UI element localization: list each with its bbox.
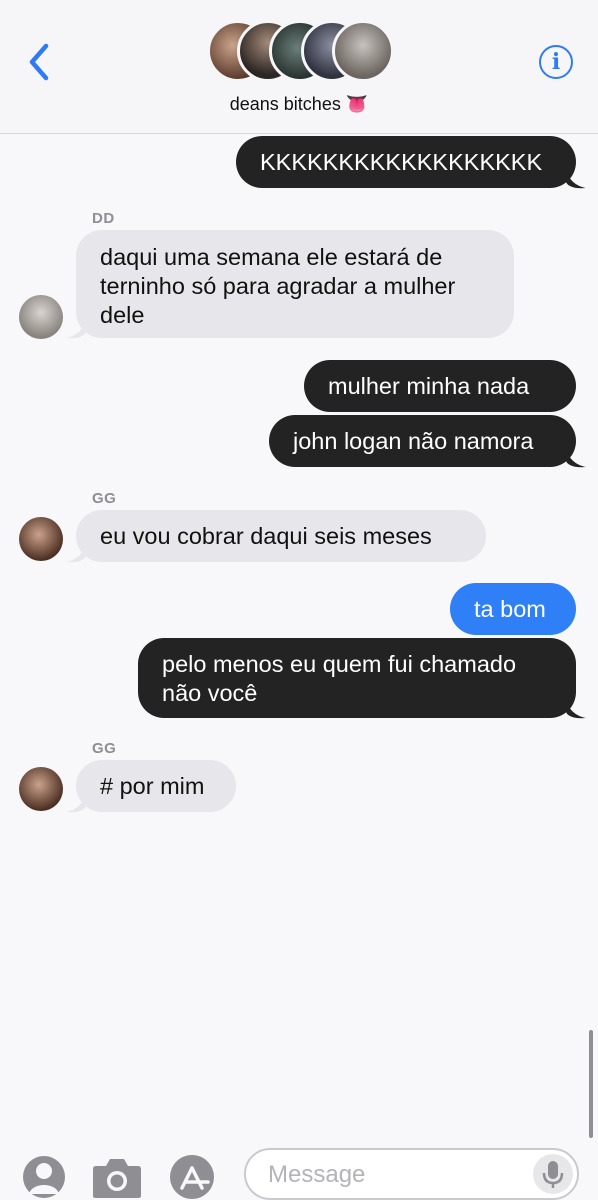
- avatar: [332, 20, 394, 82]
- message-text: KKKKKKKKKKKKKKKKKK: [260, 149, 543, 175]
- bubble-tail: [566, 447, 586, 468]
- app-store-icon[interactable]: [168, 1154, 216, 1200]
- sent-message[interactable]: john logan não namora: [269, 415, 576, 467]
- message-input[interactable]: Message: [244, 1148, 579, 1200]
- conversation-header: deans bitches 👅 i: [0, 0, 598, 134]
- scrollbar[interactable]: [589, 1030, 593, 1138]
- sender-name: GG: [92, 740, 117, 757]
- message-text-line: daqui uma semana ele estará de: [100, 244, 443, 270]
- bubble-tail: [566, 168, 586, 189]
- message-text: eu vou cobrar daqui seis meses: [100, 523, 432, 549]
- back-chevron-icon: [29, 43, 49, 81]
- group-avatars[interactable]: [207, 20, 394, 84]
- info-icon: i: [551, 49, 561, 75]
- sent-message[interactable]: pelo menos eu quem fui chamado não você: [138, 638, 576, 718]
- group-name[interactable]: deans bitches 👅: [0, 94, 598, 115]
- camera-icon[interactable]: [92, 1156, 142, 1198]
- message-text: ta bom: [474, 596, 546, 622]
- microphone-icon: [542, 1161, 564, 1188]
- back-button[interactable]: [24, 42, 54, 82]
- sender-avatar[interactable]: [19, 295, 63, 339]
- received-message[interactable]: daqui uma semana ele estará de terninho …: [76, 230, 514, 338]
- sender-name: GG: [92, 490, 117, 507]
- message-text: john logan não namora: [293, 428, 534, 454]
- sent-message[interactable]: ta bom: [450, 583, 576, 635]
- message-text-line: pelo menos eu quem fui chamado: [162, 651, 517, 677]
- message-placeholder: Message: [268, 1161, 366, 1188]
- info-button[interactable]: i: [539, 45, 573, 79]
- sender-avatar[interactable]: [19, 517, 63, 561]
- bubble-tail: [66, 792, 86, 813]
- bubble-tail: [566, 698, 586, 719]
- sent-message[interactable]: KKKKKKKKKKKKKKKKKK: [236, 136, 576, 188]
- microphone-button[interactable]: [533, 1154, 573, 1194]
- received-message[interactable]: eu vou cobrar daqui seis meses: [76, 510, 486, 562]
- message-text-line: não você: [162, 680, 258, 706]
- composer-bar: Message: [0, 1140, 598, 1200]
- sent-message[interactable]: mulher minha nada: [304, 360, 576, 412]
- sender-name: DD: [92, 210, 115, 227]
- message-text: mulher minha nada: [328, 373, 530, 399]
- received-message[interactable]: # por mim: [76, 760, 236, 812]
- bubble-tail: [66, 318, 86, 339]
- bubble-tail: [66, 542, 86, 563]
- message-text-line: terninho só para agradar a mulher: [100, 273, 456, 299]
- message-text-line: dele: [100, 302, 145, 328]
- contact-icon[interactable]: [22, 1154, 66, 1200]
- sender-avatar[interactable]: [19, 767, 63, 811]
- message-text: # por mim: [100, 773, 205, 799]
